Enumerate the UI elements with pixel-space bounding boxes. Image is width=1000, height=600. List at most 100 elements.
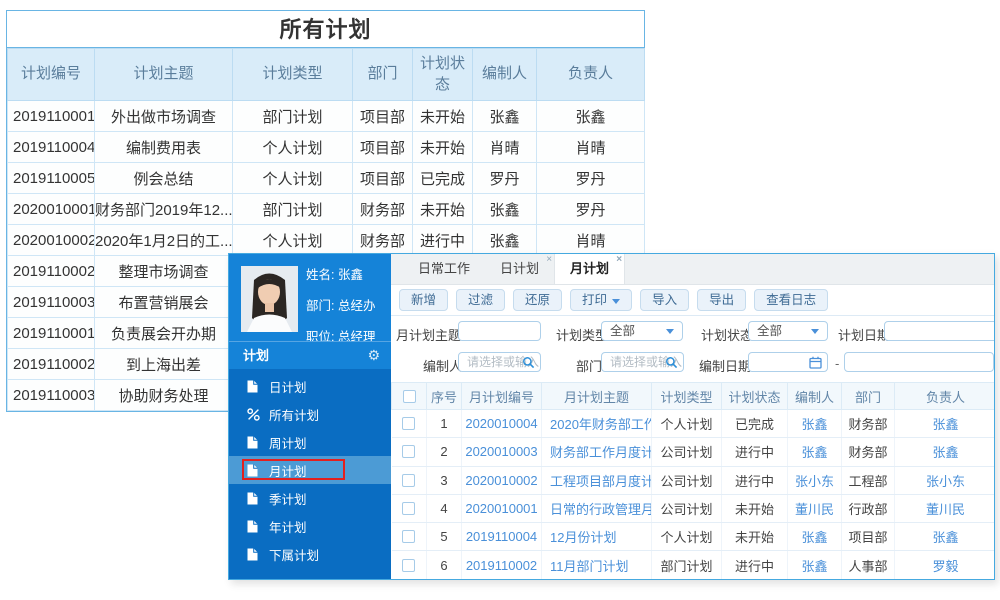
close-icon[interactable]: × <box>616 255 622 265</box>
table-row: 5 2019110004 12月份计划 个人计划 未开始 张鑫 项目部 张鑫 <box>391 522 994 552</box>
view-log-button[interactable]: 查看日志 <box>754 289 829 311</box>
plan-id-link[interactable]: 2019110004 <box>461 522 542 552</box>
cell: 财务部 <box>352 193 413 225</box>
person-link[interactable]: 张鑫 <box>787 437 842 467</box>
sidebar-item-所有计划[interactable]: 所有计划 <box>229 400 391 428</box>
cell: 5 <box>426 522 462 552</box>
create-date-filter-label: 编制日期: <box>699 359 755 374</box>
tab-day-plan[interactable]: 日计划 × <box>485 254 554 284</box>
profile-department: 部门: 总经办 <box>306 299 376 313</box>
sidebar-item-下属计划[interactable]: 下属计划 <box>229 540 391 568</box>
cell: 2020010001 <box>7 193 95 225</box>
row-checkbox[interactable] <box>402 530 416 544</box>
plan-date-filter-input[interactable] <box>884 321 994 341</box>
cell: 协助财务处理 <box>94 379 233 411</box>
cell: 4 <box>426 494 462 524</box>
cell: 2 <box>426 437 462 467</box>
person-link[interactable]: 张鑫 <box>787 409 842 439</box>
cell: 罗丹 <box>536 193 645 225</box>
col-plan-subject: 月计划主题 <box>541 382 652 410</box>
person-link[interactable]: 董川民 <box>787 494 842 524</box>
cell: 张鑫 <box>472 100 537 132</box>
person-link[interactable]: 张鑫 <box>787 522 842 552</box>
sidebar-item-label: 年计划 <box>269 520 307 535</box>
export-button[interactable]: 导出 <box>697 289 747 311</box>
col-plan-id: 计划编号 <box>7 48 95 101</box>
cell: 2020年1月2日的工... <box>94 224 233 256</box>
table-row: 2019110004 编制费用表 个人计划 项目部 未开始 肖晴 肖晴 <box>7 131 645 163</box>
cell: 进行中 <box>412 224 473 256</box>
plan-id-link[interactable]: 2020010001 <box>461 494 542 524</box>
subject-filter-input[interactable] <box>458 321 541 341</box>
button-label: 打印 <box>582 293 608 307</box>
person-link[interactable]: 张鑫 <box>787 550 842 579</box>
plan-id-link[interactable]: 2020010002 <box>461 466 542 495</box>
plan-id-link[interactable]: 2019110002 <box>461 550 542 579</box>
row-checkbox[interactable] <box>402 417 416 431</box>
reset-button[interactable]: 还原 <box>513 289 563 311</box>
create-date-to-input[interactable] <box>844 352 994 372</box>
sidebar-item-日计划[interactable]: 日计划 <box>229 372 391 400</box>
import-button[interactable]: 导入 <box>640 289 690 311</box>
person-link[interactable]: 罗毅 <box>894 550 994 579</box>
cell: 已完成 <box>412 162 473 194</box>
cell: 整理市场调查 <box>94 255 233 287</box>
cell: 项目部 <box>352 131 413 163</box>
button-label: 查看日志 <box>766 293 817 307</box>
row-checkbox[interactable] <box>402 558 416 572</box>
status-filter-select[interactable]: 全部 <box>748 321 828 341</box>
person-link[interactable]: 张小东 <box>894 466 994 495</box>
tab-month-plan[interactable]: 月计划 × <box>554 254 626 284</box>
print-button[interactable]: 打印 <box>570 289 633 311</box>
plan-subject-link[interactable]: 12月份计划 <box>541 522 652 552</box>
search-icon[interactable] <box>665 356 678 369</box>
create-date-from-input[interactable] <box>748 352 828 372</box>
cell: 3 <box>426 466 462 495</box>
cell: 肖晴 <box>472 131 537 163</box>
cell: 个人计划 <box>651 522 722 552</box>
add-button[interactable]: 新增 <box>399 289 449 311</box>
row-checkbox[interactable] <box>402 502 416 516</box>
calendar-icon[interactable] <box>809 356 822 369</box>
cell: 2019110002 <box>7 255 95 287</box>
button-label: 新增 <box>411 293 437 307</box>
creator-filter-input[interactable]: 请选择或输入 <box>458 352 541 372</box>
filter-button[interactable]: 过滤 <box>456 289 506 311</box>
col-plan-type: 计划类型 <box>232 48 353 101</box>
plan-subject-link[interactable]: 日常的行政管理月计划 <box>541 494 652 524</box>
search-icon[interactable] <box>522 356 535 369</box>
person-link[interactable]: 张小东 <box>787 466 842 495</box>
sidebar-item-周计划[interactable]: 周计划 <box>229 428 391 456</box>
gear-icon[interactable]: ⚙ <box>367 342 380 369</box>
sidebar-item-年计划[interactable]: 年计划 <box>229 512 391 540</box>
plan-subject-link[interactable]: 2020年财务部工作月... <box>541 409 652 439</box>
plan-id-link[interactable]: 2020010004 <box>461 409 542 439</box>
sidebar-item-月计划[interactable]: 月计划 <box>229 456 391 484</box>
cell: 2019110004 <box>7 131 95 163</box>
tab-label: 日计划 <box>500 261 540 276</box>
cell: 罗丹 <box>536 162 645 194</box>
type-filter-select[interactable]: 全部 <box>601 321 683 341</box>
person-link[interactable]: 张鑫 <box>894 522 994 552</box>
col-plan-id: 月计划编号 <box>461 382 542 410</box>
close-icon[interactable]: × <box>546 255 552 265</box>
row-checkbox[interactable] <box>402 473 416 487</box>
row-checkbox[interactable] <box>402 445 416 459</box>
sidebar-item-label: 所有计划 <box>269 408 320 423</box>
tab-daily-work[interactable]: 日常工作 <box>403 254 485 284</box>
person-link[interactable]: 董川民 <box>894 494 994 524</box>
file-icon <box>247 436 261 449</box>
sidebar-item-label: 日计划 <box>269 380 307 395</box>
main-content: 日常工作 日计划 × 月计划 × 新增 过滤 还原 打印 导入 导出 查看日志 … <box>391 254 994 579</box>
dept-filter-input[interactable]: 请选择或输入 <box>601 352 684 372</box>
tab-bar: 日常工作 日计划 × 月计划 × <box>391 254 994 285</box>
cell: 2019110003 <box>7 379 95 411</box>
plan-subject-link[interactable]: 工程项目部月度计划 <box>541 466 652 495</box>
plan-id-link[interactable]: 2020010003 <box>461 437 542 467</box>
person-link[interactable]: 张鑫 <box>894 409 994 439</box>
select-all-checkbox[interactable] <box>402 389 416 403</box>
person-link[interactable]: 张鑫 <box>894 437 994 467</box>
plan-subject-link[interactable]: 11月部门计划 <box>541 550 652 579</box>
sidebar-item-季计划[interactable]: 季计划 <box>229 484 391 512</box>
plan-subject-link[interactable]: 财务部工作月度计划 <box>541 437 652 467</box>
